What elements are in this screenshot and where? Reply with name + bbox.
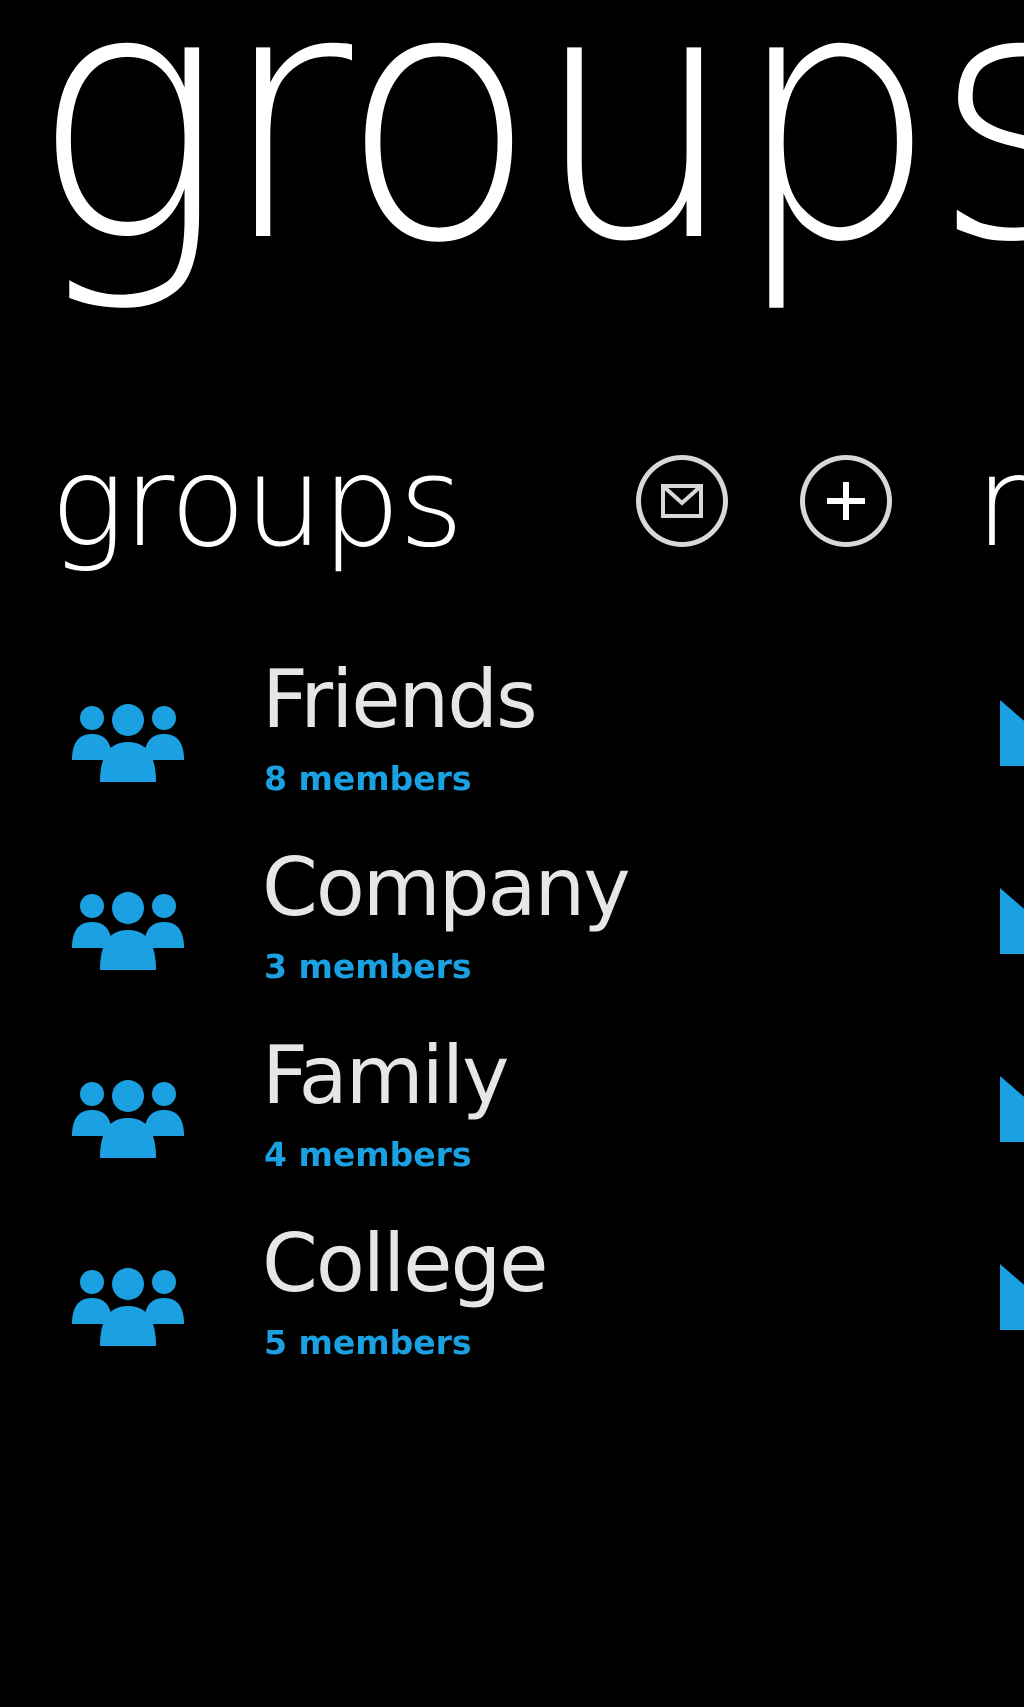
group-member-count: 8 members — [264, 759, 472, 798]
people-group-icon — [72, 1080, 184, 1158]
group-name: Friends — [262, 653, 538, 746]
group-name: Family — [262, 1029, 509, 1122]
group-member-count: 4 members — [264, 1135, 472, 1174]
add-group-button[interactable] — [800, 455, 892, 547]
envelope-icon — [661, 484, 703, 518]
list-item[interactable]: Company 3 members — [0, 848, 1024, 1028]
envelope-icon[interactable] — [1000, 700, 1024, 766]
envelope-icon[interactable] — [1000, 888, 1024, 954]
email-group-button[interactable] — [636, 455, 728, 547]
envelope-icon[interactable] — [1000, 1264, 1024, 1330]
group-name: College — [262, 1217, 548, 1310]
section-header: groups m — [50, 440, 1024, 580]
group-name: Company — [262, 841, 631, 934]
group-member-count: 5 members — [264, 1323, 472, 1362]
people-group-icon — [72, 704, 184, 782]
hub-title: groups — [30, 0, 1024, 318]
people-group-icon — [72, 892, 184, 970]
people-group-icon — [72, 1268, 184, 1346]
plus-icon — [827, 482, 865, 520]
list-item[interactable]: Friends 8 members — [0, 660, 1024, 840]
next-section-title-peek[interactable]: m — [975, 440, 1024, 565]
list-item[interactable]: Family 4 members — [0, 1036, 1024, 1216]
group-member-count: 3 members — [264, 947, 472, 986]
envelope-icon[interactable] — [1000, 1076, 1024, 1142]
panorama-page: groups groups m — [0, 0, 1024, 1707]
list-item[interactable]: College 5 members — [0, 1224, 1024, 1404]
section-title: groups — [50, 430, 464, 575]
